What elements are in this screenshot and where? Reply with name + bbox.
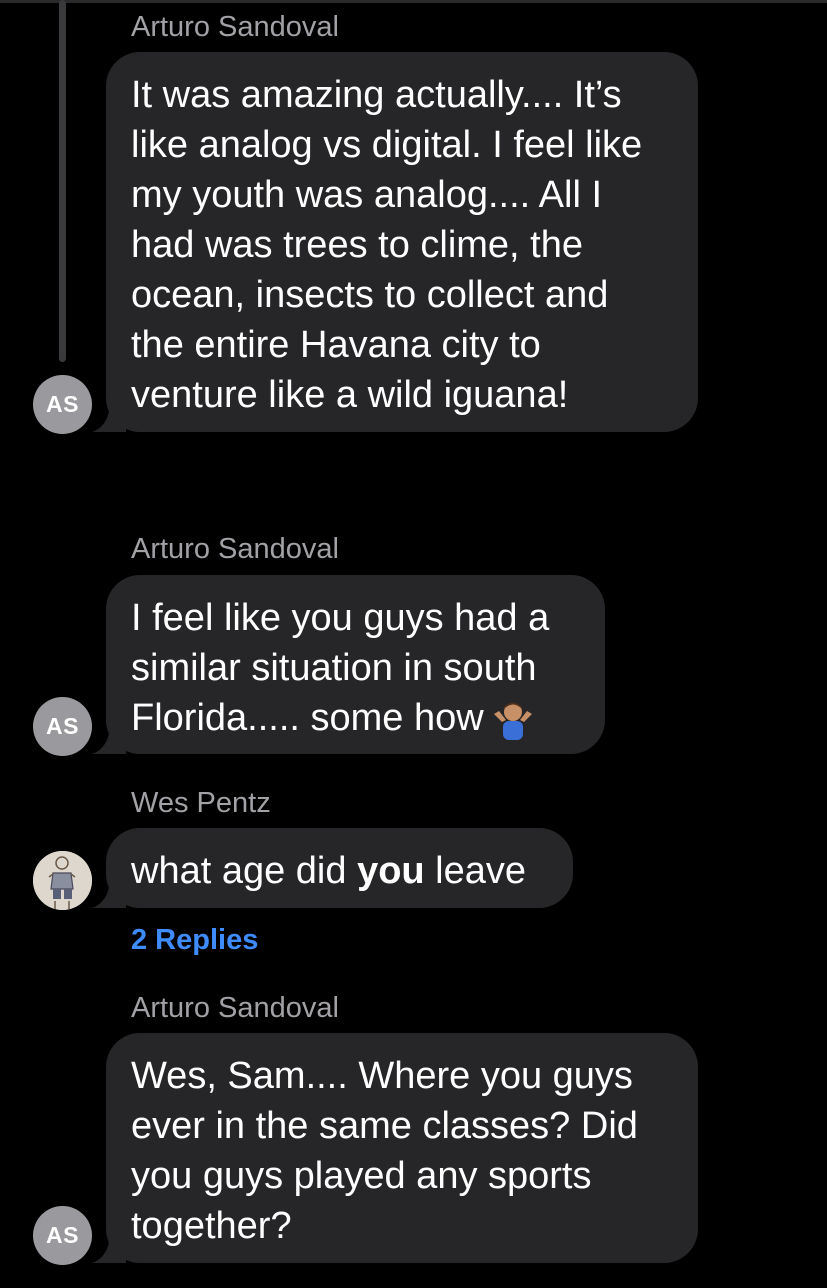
- message-line: ever in the same classes? Did: [131, 1105, 638, 1147]
- sender-name: Arturo Sandoval: [131, 533, 339, 565]
- bubble-tail: [92, 878, 126, 908]
- avatar[interactable]: AS: [33, 697, 92, 756]
- message-line: the entire Havana city to: [131, 324, 541, 366]
- message-line: had was trees to clime, the: [131, 224, 583, 266]
- avatar[interactable]: AS: [33, 375, 92, 434]
- message-text: leave: [424, 850, 527, 892]
- message-bubble[interactable]: Wes, Sam.... Where you guys ever in the …: [92, 1033, 698, 1263]
- message-line: It was amazing actually.... It’s: [131, 74, 622, 116]
- sketch-figure-avatar[interactable]: [33, 851, 92, 910]
- message-line: my youth was analog.... All I: [131, 174, 603, 216]
- message-text: what age did: [131, 850, 358, 892]
- message-line: venture like a wild iguana!: [131, 374, 569, 416]
- person-shrugging-emoji: [493, 702, 532, 740]
- message-line: ocean, insects to collect and: [131, 274, 609, 316]
- message-line: like analog vs digital. I feel like: [131, 124, 643, 166]
- sender-name: Arturo Sandoval: [131, 11, 339, 43]
- sketch-figure-icon: [33, 851, 92, 910]
- message-line: together?: [131, 1205, 292, 1247]
- bubble-tail: [92, 724, 126, 754]
- message-bold-text: you: [357, 850, 425, 892]
- message-line: Wes, Sam.... Where you guys: [131, 1055, 633, 1097]
- message-bubble[interactable]: what age did you leave: [92, 828, 573, 908]
- bubble-tail: [92, 1233, 126, 1263]
- message-bubble[interactable]: It was amazing actually.... It’s like an…: [92, 52, 698, 432]
- message-line: Florida..... some how: [131, 697, 484, 739]
- bubble-tail: [92, 402, 126, 432]
- message-line: similar situation in south: [131, 647, 537, 689]
- replies-link[interactable]: 2 Replies: [131, 924, 258, 957]
- message-line: you guys played any sports: [131, 1155, 592, 1197]
- message-line: I feel like you guys had a: [131, 597, 550, 639]
- message-bubble[interactable]: I feel like you guys had a similar situa…: [92, 575, 605, 754]
- avatar[interactable]: AS: [33, 1206, 92, 1265]
- sender-name: Arturo Sandoval: [131, 992, 339, 1024]
- thread-connector-line: [59, 0, 66, 362]
- top-divider: [0, 0, 827, 3]
- sender-name: Wes Pentz: [131, 787, 271, 819]
